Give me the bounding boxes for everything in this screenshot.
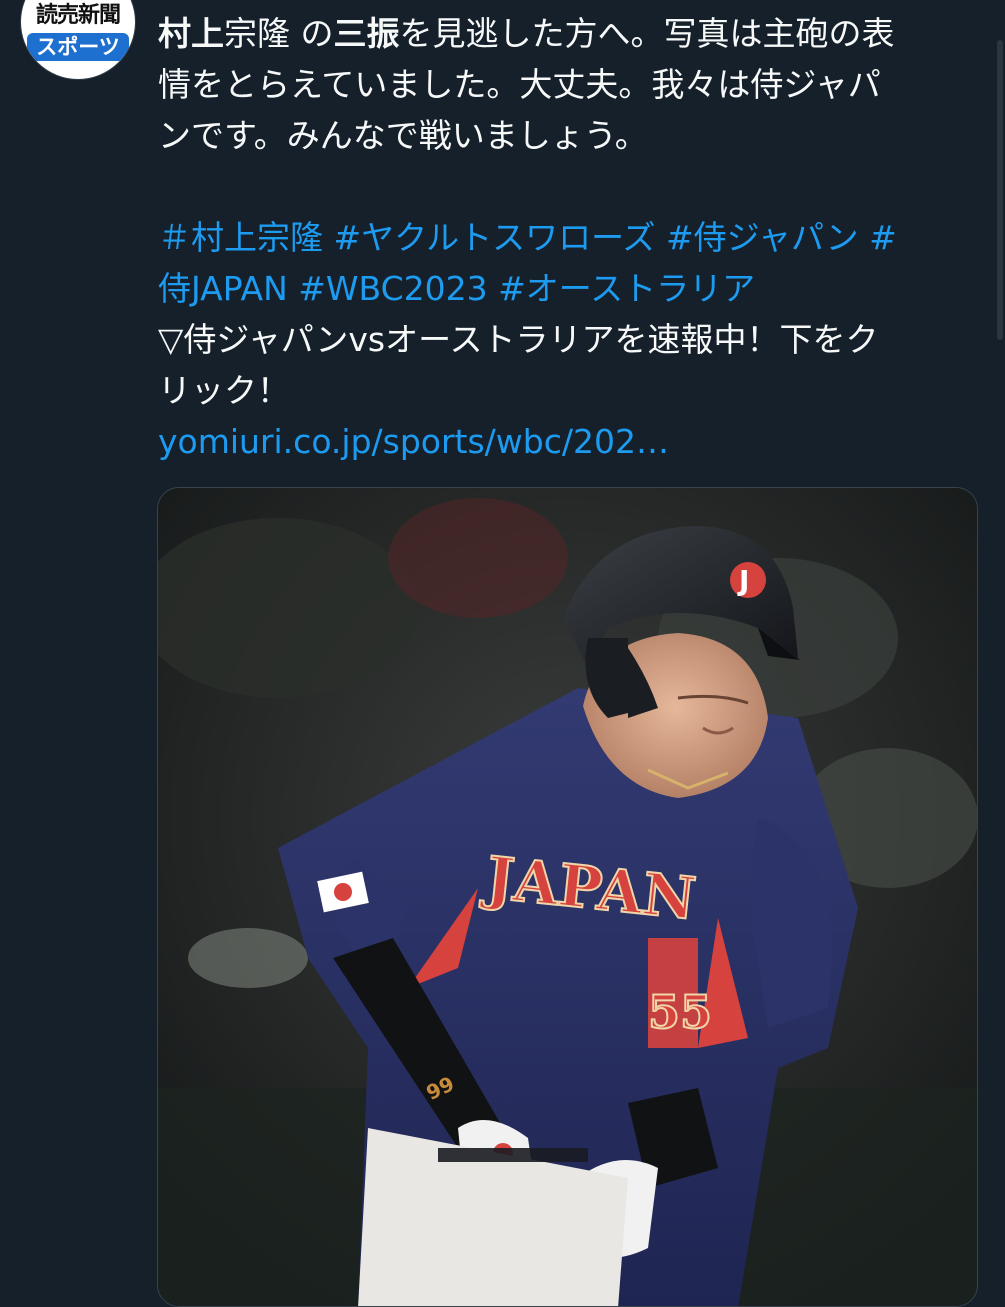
avatar-logo-text: 読売新聞 [35,3,121,28]
baseball-player-photo: JAPAN 55 99 J [158,488,977,1306]
scrollbar[interactable] [995,0,1005,1280]
avatar[interactable]: 読売新聞 スポーツ [20,0,136,80]
tweet-body: 村上宗隆 の三振を見逃した方へ。写真は主砲の表 情をとらえていました。大丈夫。我… [158,8,988,467]
hashtag-line-2[interactable]: 侍JAPAN #WBC2023 #オーストラリア [158,263,988,314]
keyword-bold: 三振 [333,14,400,53]
promo-line-2: リック！ [158,371,290,410]
scrollbar-thumb[interactable] [997,40,1003,340]
tweet-text-mid: の [290,14,334,53]
hashtag-line-1[interactable]: ＃村上宗隆 #ヤクルトスワローズ #侍ジャパン # [158,212,988,263]
external-link[interactable]: yomiuri.co.jp/sports/wbc/202… [158,416,988,467]
tweet-text-rest: を見逃した方へ。写真は主砲の表 [399,14,895,53]
helmet-logo: J [737,564,749,597]
avatar-badge-text: スポーツ [27,33,129,61]
tweet-photo[interactable]: JAPAN 55 99 J [157,487,978,1307]
tweet-line-3: ンです。みんなで戦いましょう。 [158,116,648,155]
tweet-line-2: 情をとらえていました。大丈夫。我々は侍ジャパ [158,65,881,104]
tweet-line-1: 村上宗隆 の三振を見逃した方へ。写真は主砲の表 [158,8,988,59]
mention-name-bold: 村上 [158,14,224,53]
jersey-number: 55 [648,985,712,1039]
promo-line-1: ▽侍ジャパンvsオーストラリアを速報中！下をク [158,320,879,359]
mention-name-rest: 宗隆 [224,14,290,53]
